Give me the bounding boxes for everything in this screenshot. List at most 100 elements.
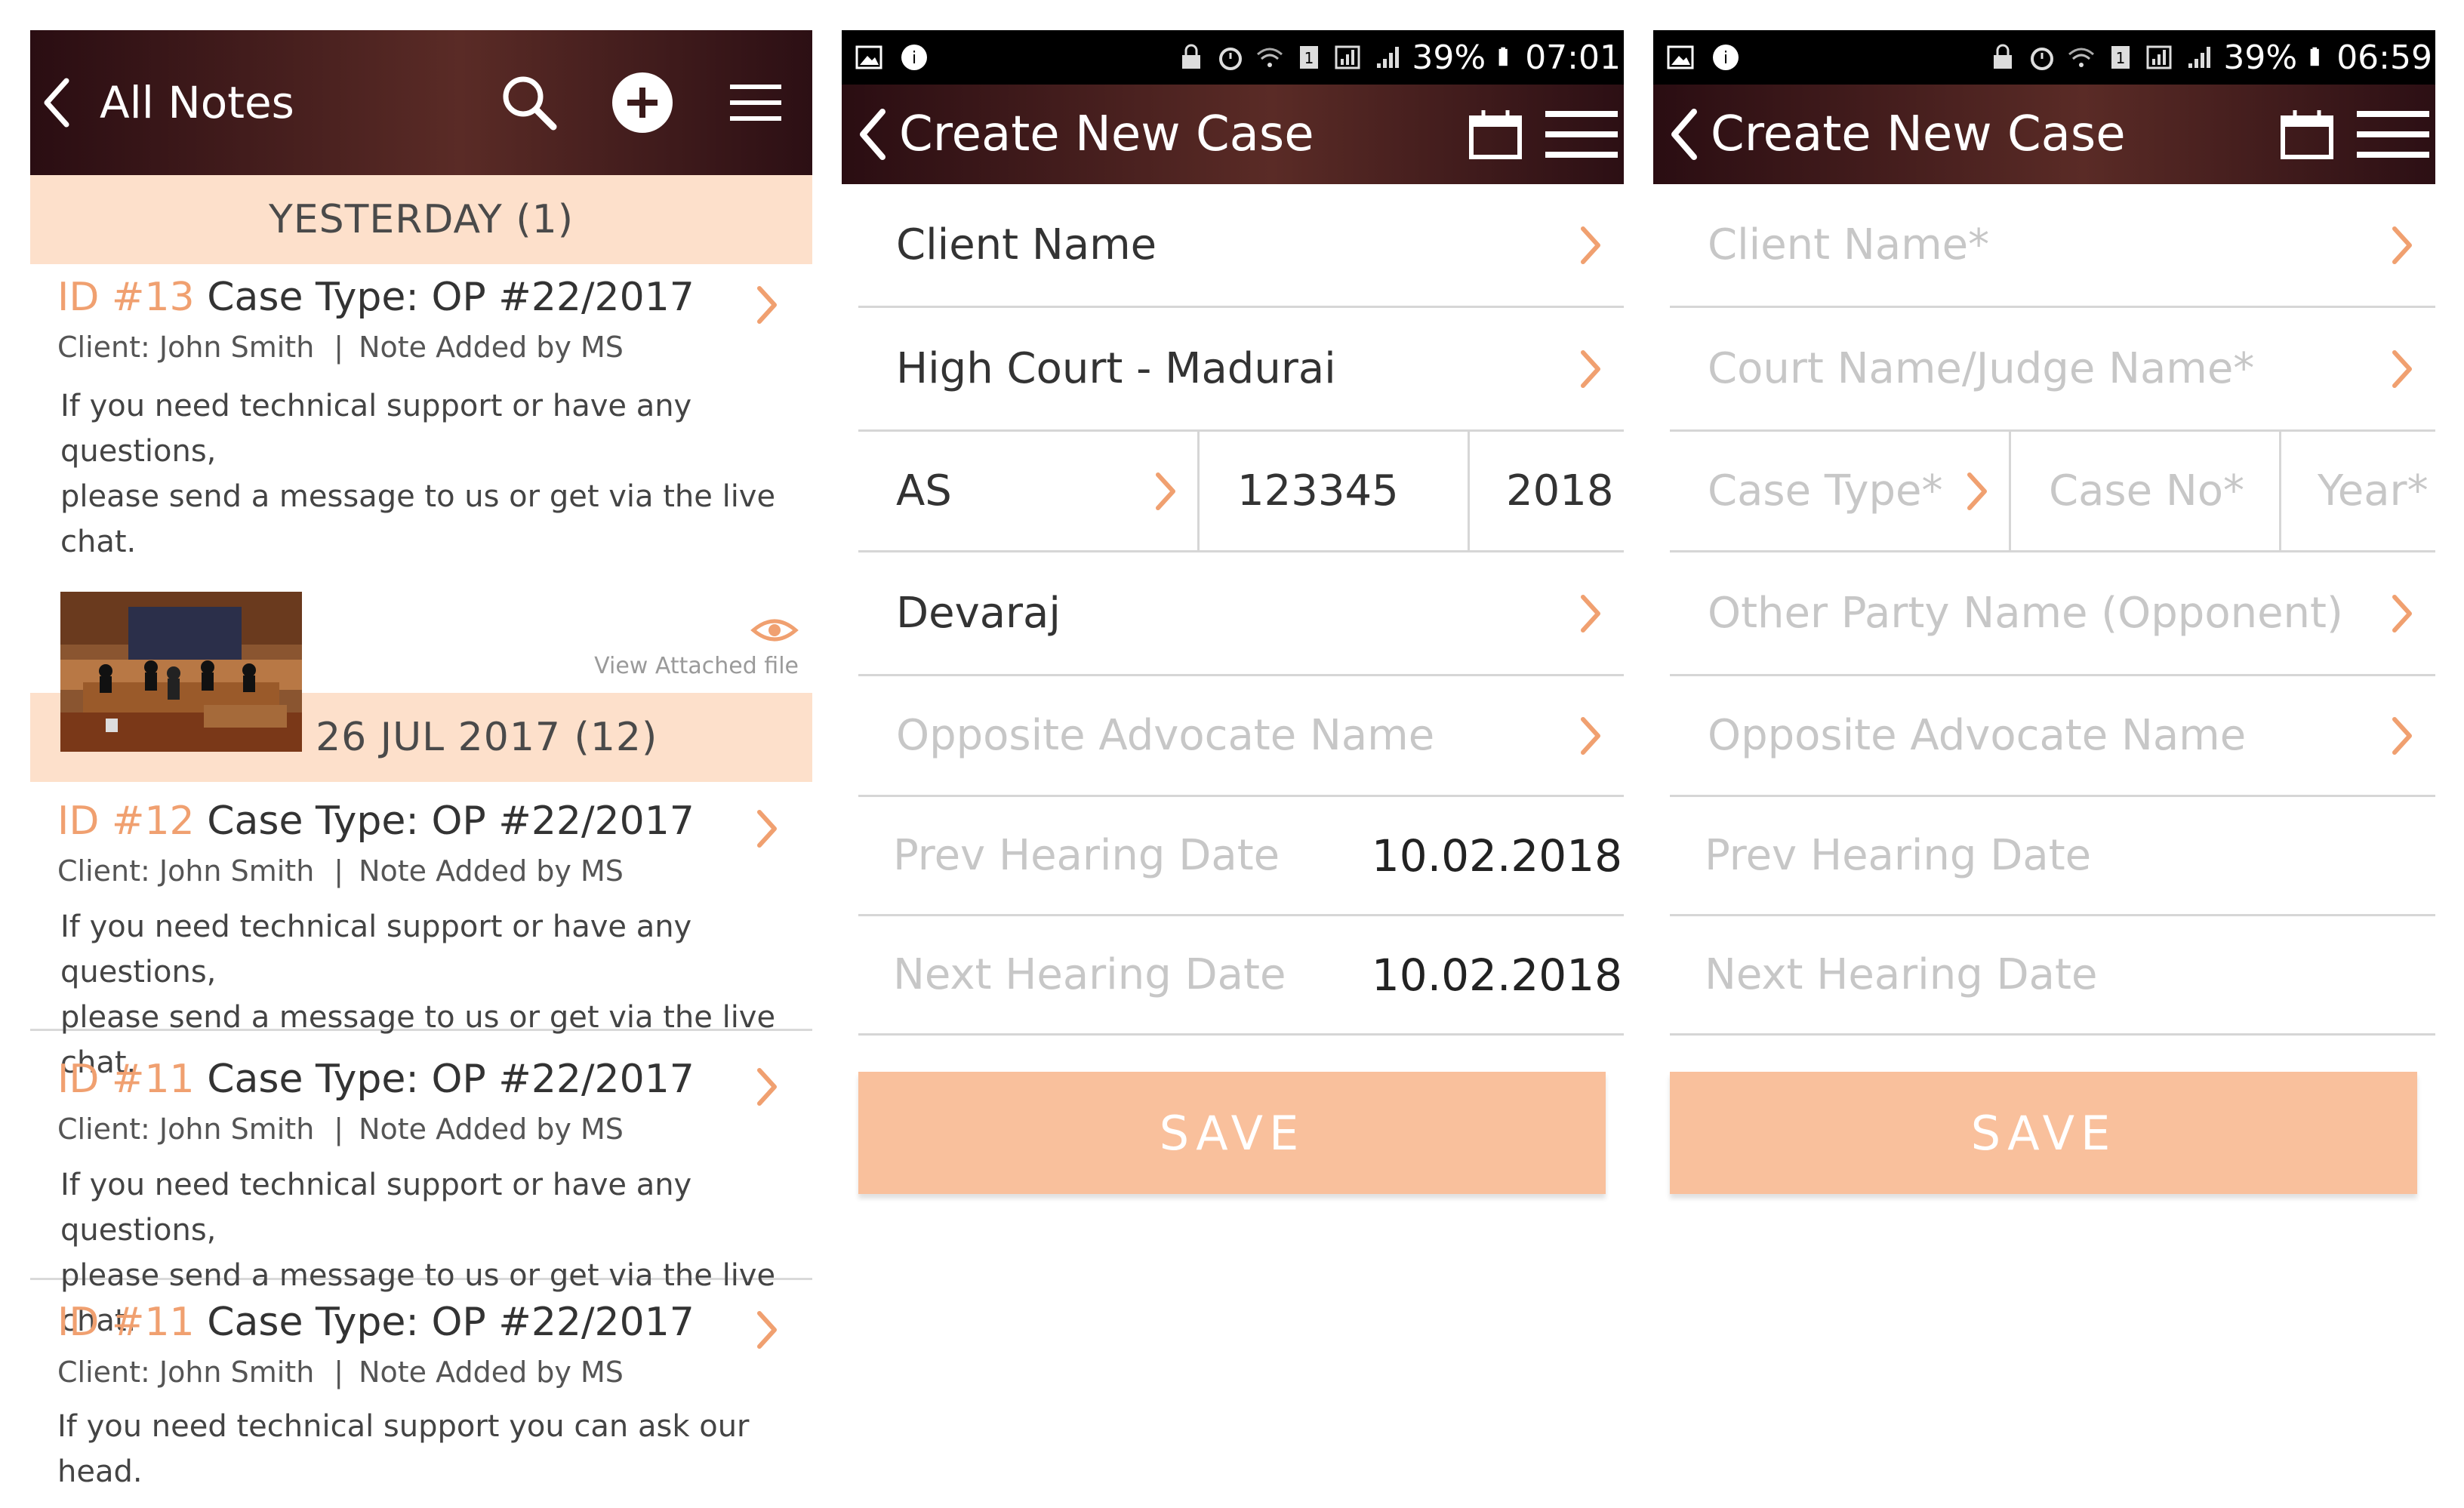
case-no-field[interactable]: Case No*: [2011, 432, 2281, 550]
note-id: ID #11: [57, 1057, 195, 1102]
view-attachment[interactable]: View Attached file: [594, 615, 799, 679]
note-item[interactable]: ID #11 Case Type: OP #22/2017 Client: Jo…: [30, 1280, 812, 1487]
opposite-advocate-field[interactable]: Opposite Advocate Name: [1670, 676, 2435, 797]
case-form: Client Name High Court - Madurai AS 1233…: [842, 184, 1624, 1036]
chevron-right-icon: [1581, 716, 1600, 755]
note-id: ID #13: [57, 275, 195, 320]
svg-text:1: 1: [1304, 49, 1314, 67]
calendar-icon: [2281, 110, 2333, 159]
back-button[interactable]: [855, 107, 889, 162]
save-button[interactable]: SAVE: [1670, 1072, 2417, 1194]
case-type-field[interactable]: Case Type*: [1670, 432, 2011, 550]
note-meta: Client: John Smith | Note Added by MS: [57, 854, 785, 888]
note-id: ID #12: [57, 799, 195, 844]
opposite-advocate-field[interactable]: Opposite Advocate Name: [858, 676, 1624, 797]
status-bar: i 1 39% 06:59: [1653, 30, 2435, 85]
opposite-advocate-placeholder: Opposite Advocate Name: [1708, 711, 2247, 760]
prev-hearing-label: Prev Hearing Date: [893, 831, 1280, 880]
save-button[interactable]: SAVE: [858, 1072, 1606, 1194]
battery-icon: [1498, 47, 1508, 66]
note-item[interactable]: ID #11 Case Type: OP #22/2017 Client: Jo…: [30, 1031, 812, 1338]
year-placeholder: Year*: [2318, 466, 2429, 515]
menu-button[interactable]: [714, 61, 797, 144]
page-title: Create New Case: [899, 106, 1314, 162]
prev-hearing-date-field[interactable]: Prev Hearing Date: [1670, 797, 2435, 916]
calendar-button[interactable]: [1459, 98, 1532, 171]
case-no-placeholder: Case No*: [2049, 466, 2244, 515]
back-button[interactable]: [1667, 107, 1700, 162]
case-no-field[interactable]: 123345: [1200, 432, 1470, 550]
note-case-type: Case Type: OP #22/2017: [207, 275, 695, 320]
note-case-type: Case Type: OP #22/2017: [207, 1300, 695, 1345]
prev-hearing-label: Prev Hearing Date: [1705, 831, 2092, 880]
next-hearing-date-field[interactable]: Next Hearing Date 10.02.2018: [858, 916, 1624, 1036]
chevron-right-icon: [757, 810, 777, 848]
note-item[interactable]: ID #13 Case Type: OP #22/2017 Client: Jo…: [30, 264, 812, 752]
note-title: ID #12 Case Type: OP #22/2017: [57, 799, 785, 844]
svg-text:i: i: [912, 49, 916, 68]
eye-icon: [750, 619, 799, 642]
note-body-line: If you need technical support or have an…: [60, 909, 692, 989]
app-notification-icon: i: [1713, 45, 1739, 70]
prev-hearing-date-field[interactable]: Prev Hearing Date 10.02.2018: [858, 797, 1624, 916]
case-type-value: AS: [896, 466, 952, 515]
battery-percent: 39%: [2223, 38, 2298, 77]
status-bar: i 1 39% 07:01: [842, 30, 1624, 85]
chevron-left-icon: [44, 78, 69, 128]
meta-separator: |: [334, 1356, 344, 1389]
signal-icon: [1335, 45, 1360, 69]
next-hearing-label: Next Hearing Date: [1705, 950, 2098, 999]
battery-icon: [2310, 47, 2319, 66]
sim-icon: 1: [1300, 46, 1319, 69]
gallery-notification-icon: [1667, 45, 1694, 69]
note-title: ID #11 Case Type: OP #22/2017: [57, 1057, 785, 1102]
year-field[interactable]: 2018: [1470, 432, 1624, 550]
page-title: Create New Case: [1711, 106, 2126, 162]
menu-button[interactable]: [1545, 98, 1618, 171]
attachment-thumbnail[interactable]: [60, 592, 302, 752]
back-button[interactable]: [38, 72, 74, 133]
court-name-field[interactable]: High Court - Madurai: [858, 308, 1624, 432]
other-party-field[interactable]: Devaraj: [858, 552, 1624, 676]
note-added-by: Note Added by MS: [359, 1113, 624, 1146]
client-name-field[interactable]: Client Name*: [1670, 184, 2435, 308]
next-hearing-date-field[interactable]: Next Hearing Date: [1670, 916, 2435, 1036]
search-icon: [503, 76, 557, 131]
note-meta: Client: John Smith | Note Added by MS: [57, 1356, 785, 1389]
hamburger-menu-icon: [1545, 111, 1618, 158]
court-name-field[interactable]: Court Name/Judge Name*: [1670, 308, 2435, 432]
case-type-field[interactable]: AS: [858, 432, 1200, 550]
chevron-right-icon: [757, 1068, 777, 1106]
signal-bars-icon: [1377, 47, 1400, 68]
note-item[interactable]: ID #12 Case Type: OP #22/2017 Client: Jo…: [30, 782, 812, 1080]
note-case-type: Case Type: OP #22/2017: [207, 799, 695, 844]
app-header: Create New Case: [842, 85, 1624, 184]
client-name-field[interactable]: Client Name: [858, 184, 1624, 308]
hamburger-menu-icon: [2357, 111, 2429, 158]
note-client: Client: John Smith: [57, 1113, 315, 1146]
add-note-button[interactable]: [601, 61, 684, 144]
note-id: ID #11: [57, 1300, 195, 1345]
search-button[interactable]: [488, 61, 571, 144]
plus-circle-icon: [612, 72, 673, 133]
other-party-placeholder: Other Party Name (Opponent): [1708, 589, 2343, 638]
sim-icon: 1: [2111, 46, 2130, 69]
lock-icon: [1994, 44, 2013, 69]
case-form: Client Name* Court Name/Judge Name* Case…: [1653, 184, 2435, 1036]
calendar-button[interactable]: [2271, 98, 2343, 171]
case-number-row: Case Type* Case No* Year*: [1670, 432, 2435, 552]
alarm-icon: [1219, 48, 1243, 70]
year-field[interactable]: Year*: [2281, 432, 2435, 550]
chevron-right-icon: [757, 1311, 777, 1349]
clock: 06:59: [2336, 38, 2432, 77]
chevron-right-icon: [1581, 594, 1600, 632]
note-body-line: If you need technical support or have an…: [60, 1168, 692, 1248]
case-type-placeholder: Case Type*: [1708, 466, 1943, 515]
calendar-icon: [1469, 110, 1522, 159]
chevron-right-icon: [2392, 226, 2412, 264]
other-party-field[interactable]: Other Party Name (Opponent): [1670, 552, 2435, 676]
signal-icon: [2146, 45, 2172, 69]
client-name-value: Client Name: [896, 220, 1157, 269]
menu-button[interactable]: [2357, 98, 2429, 171]
lock-icon: [1182, 44, 1201, 69]
